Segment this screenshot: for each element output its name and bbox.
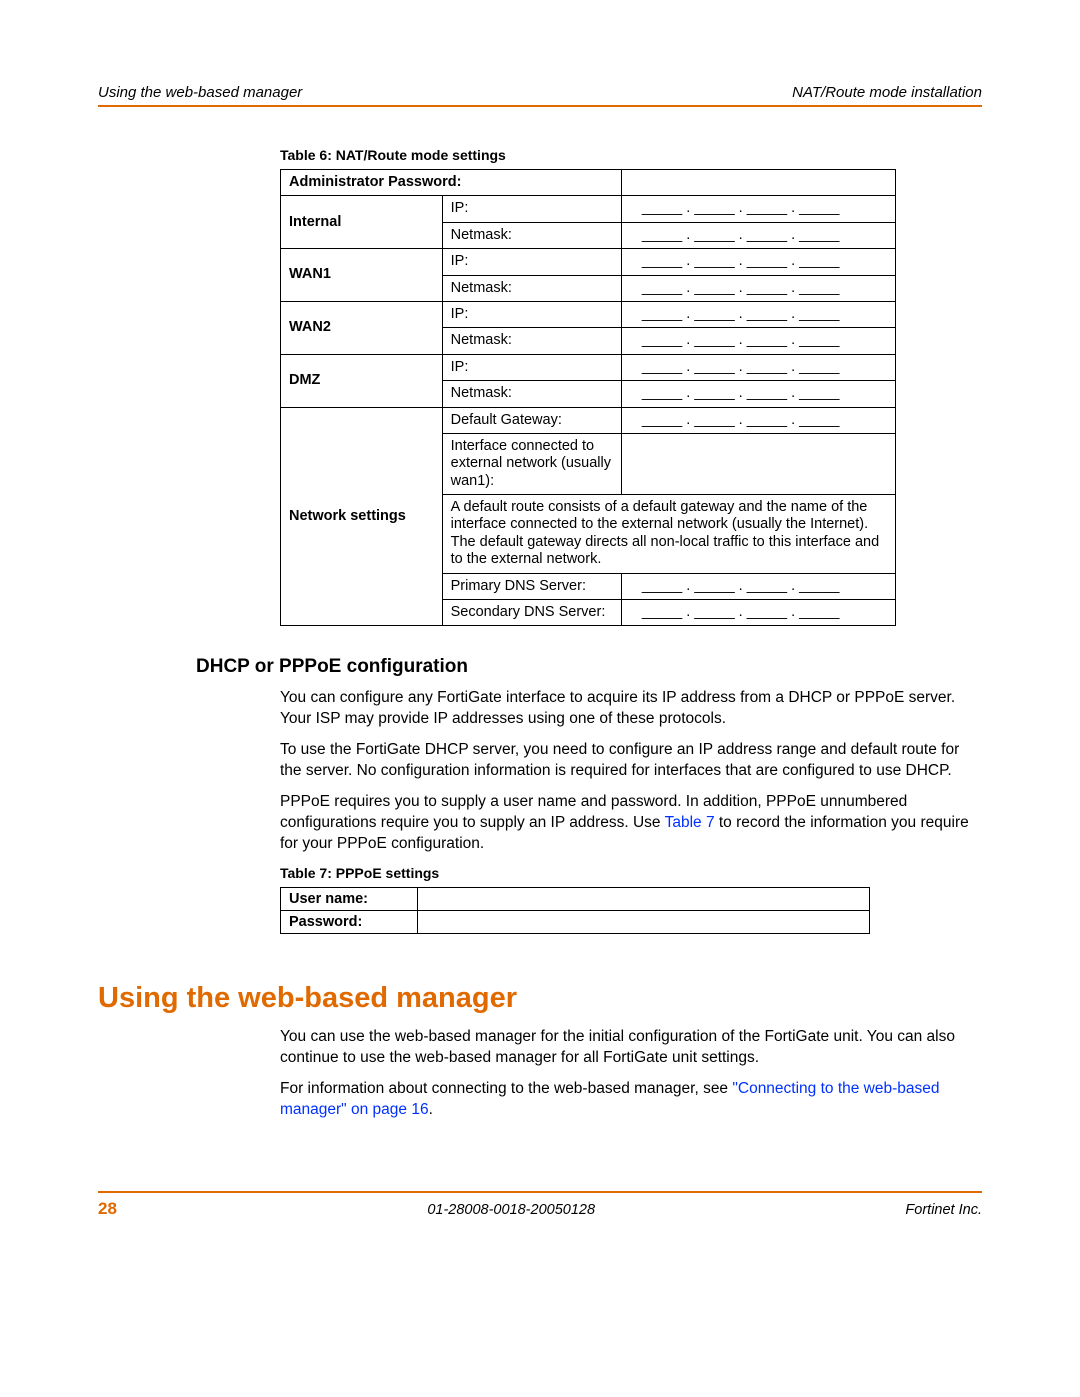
header-left: Using the web-based manager (98, 84, 302, 101)
dhcp-heading: DHCP or PPPoE configuration (196, 656, 982, 678)
cell-wan2-netmask: Netmask: (442, 328, 621, 354)
cell-admin-password: Administrator Password: (281, 170, 622, 196)
cell-default-gateway: Default Gateway: (442, 407, 621, 433)
main-para2: For information about connecting to the … (280, 1079, 982, 1121)
cell-wan2-netmask-value: _____ . _____ . _____ . _____ (621, 328, 895, 354)
cell-wan2-ip-value: _____ . _____ . _____ . _____ (621, 301, 895, 327)
dhcp-para2: To use the FortiGate DHCP server, you ne… (280, 740, 982, 782)
cell-dmz-ip-value: _____ . _____ . _____ . _____ (621, 354, 895, 380)
cell-wan1: WAN1 (281, 249, 443, 302)
cell-default-gateway-value: _____ . _____ . _____ . _____ (621, 407, 895, 433)
footer-docid: 01-28008-0018-20050128 (427, 1202, 595, 1218)
cell-wan1-netmask: Netmask: (442, 275, 621, 301)
cell-password-value (418, 910, 870, 933)
cell-internal-netmask: Netmask: (442, 222, 621, 248)
cell-wan1-ip-value: _____ . _____ . _____ . _____ (621, 249, 895, 275)
table6-caption: Table 6: NAT/Route mode settings (280, 147, 982, 163)
cell-internal-ip: IP: (442, 196, 621, 222)
cell-internal: Internal (281, 196, 443, 249)
header-right: NAT/Route mode installation (792, 84, 982, 101)
cell-wan1-netmask-value: _____ . _____ . _____ . _____ (621, 275, 895, 301)
cell-password-label: Password: (281, 910, 418, 933)
footer-company: Fortinet Inc. (905, 1202, 982, 1218)
cell-dmz-netmask-value: _____ . _____ . _____ . _____ (621, 381, 895, 407)
table6: Administrator Password: Internal IP: ___… (280, 169, 896, 626)
cell-network-settings: Network settings (281, 407, 443, 626)
dhcp-para3: PPPoE requires you to supply a user name… (280, 792, 982, 855)
main-p2a: For information about connecting to the … (280, 1080, 732, 1097)
cell-wan1-ip: IP: (442, 249, 621, 275)
cell-dmz: DMZ (281, 354, 443, 407)
cell-secondary-dns-value: _____ . _____ . _____ . _____ (621, 600, 895, 626)
cell-username-label: User name: (281, 887, 418, 910)
table7-caption: Table 7: PPPoE settings (280, 865, 982, 881)
cell-wan2: WAN2 (281, 301, 443, 354)
cell-internal-ip-value: _____ . _____ . _____ . _____ (621, 196, 895, 222)
main-heading: Using the web-based manager (98, 982, 982, 1015)
page-number: 28 (98, 1199, 117, 1219)
cell-admin-password-value (621, 170, 895, 196)
cell-dmz-ip: IP: (442, 354, 621, 380)
footer-rule (98, 1191, 982, 1193)
cell-default-route-note: A default route consists of a default ga… (442, 495, 895, 574)
cell-internal-netmask-value: _____ . _____ . _____ . _____ (621, 222, 895, 248)
dhcp-para1: You can configure any FortiGate interfac… (280, 688, 982, 730)
cell-primary-dns-value: _____ . _____ . _____ . _____ (621, 573, 895, 599)
cell-interface-value (621, 433, 895, 494)
cell-dmz-netmask: Netmask: (442, 381, 621, 407)
link-table7[interactable]: Table 7 (665, 814, 715, 831)
table7: User name: Password: (280, 887, 870, 934)
cell-interface-text: Interface connected to external network … (442, 433, 621, 494)
main-para1: You can use the web-based manager for th… (280, 1027, 982, 1069)
running-footer: 28 01-28008-0018-20050128 Fortinet Inc. (98, 1199, 982, 1219)
cell-wan2-ip: IP: (442, 301, 621, 327)
cell-secondary-dns: Secondary DNS Server: (442, 600, 621, 626)
main-p2b: . (429, 1101, 433, 1118)
header-rule (98, 105, 982, 107)
running-header: Using the web-based manager NAT/Route mo… (98, 84, 982, 101)
cell-username-value (418, 887, 870, 910)
cell-primary-dns: Primary DNS Server: (442, 573, 621, 599)
